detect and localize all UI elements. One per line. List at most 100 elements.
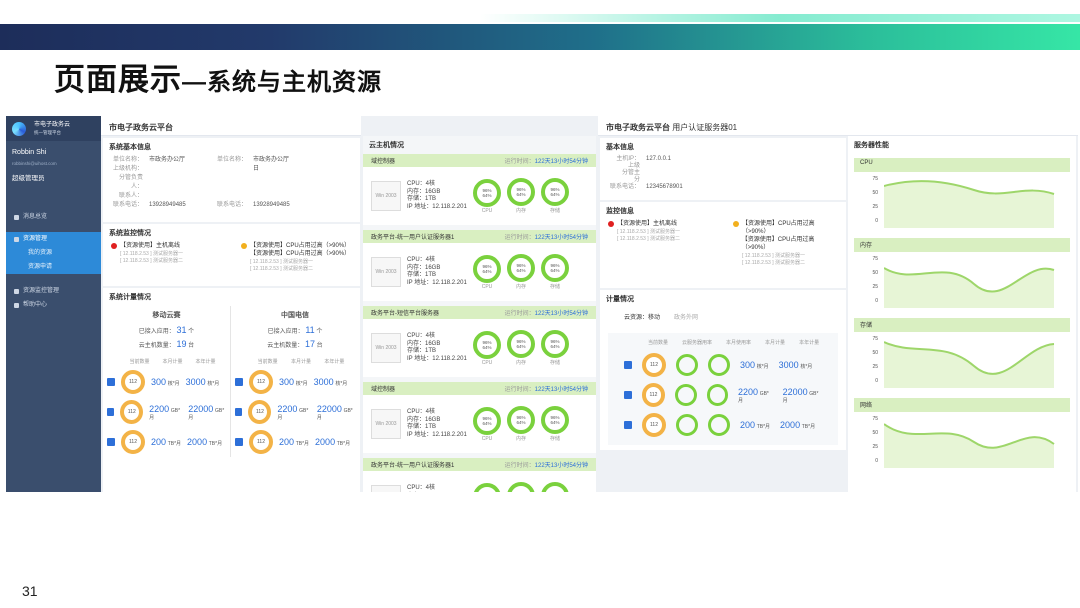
help-icon — [14, 302, 19, 308]
perf-chart: 内存 75 50 25 0 — [854, 238, 1070, 314]
usage-ring — [675, 384, 697, 406]
perf-chart: 网络 75 50 25 0 — [854, 398, 1070, 474]
usage-ring — [706, 384, 728, 406]
sidebar-item-my-resources[interactable]: 我的资源 — [6, 246, 101, 260]
sidebar-item-help[interactable]: 帮助中心 — [6, 298, 101, 312]
sidebar: 市电子政务云 统一管理平台 Robbin Shi robbinshi@uihost.… — [6, 116, 101, 492]
resource-type-icon — [624, 361, 632, 369]
count-ring: 112 — [641, 383, 666, 407]
perf-panel: 服务器性能 CPU 75 50 25 0 内存 75 50 25 0 存储 75 50 25 0 … — [848, 136, 1076, 492]
info-row: 分 — [633, 177, 640, 183]
alert-red-icon — [111, 243, 117, 249]
info-row: 主机IP： 127.0.0.1 — [616, 156, 672, 162]
sys-monitor-panel: 系统监控情况 【资源使用】主机离线 [ 12.118.2.53 ] 测试服务器一… — [103, 224, 360, 286]
info-row: 上级机构：日 — [112, 166, 260, 172]
tab-mobile[interactable]: 云资源：移动 — [624, 312, 660, 321]
windows-icon: Win 2003 — [371, 257, 401, 287]
windows-icon: Win 2003 — [371, 485, 401, 492]
sidebar-item-overview[interactable]: 消息总览 — [6, 210, 101, 224]
usage-ring: 96%64% — [507, 178, 535, 206]
vm-card[interactable]: 政务平台-短信平台服务器 运行时间：122天13小时54分钟 Win 2003 C… — [363, 306, 596, 377]
vm-card[interactable]: 域控制器 运行时间：122天13小时54分钟 Win 2003 CPU：4核 内存：… — [363, 154, 596, 225]
count-ring: 112 — [642, 413, 666, 437]
info-row: 分管负责人： — [118, 175, 143, 190]
meter-row: 112 300 核*月 3000 核*月 — [103, 367, 230, 397]
monitor-icon — [14, 288, 19, 294]
sys-meter-panel: 系统计量情况 移动云赛 已接入应用： 31 个云主机数量： 19 台 当前数量本… — [103, 288, 360, 492]
vm-card[interactable]: 域控制器 运行时间：122天13小时54分钟 Win 2003 CPU：4核 内存：… — [363, 382, 596, 453]
windows-icon: Win 2003 — [371, 333, 401, 363]
sidebar-item-resources[interactable]: 资源管理 — [6, 232, 101, 246]
info-row: 单位名称： 市政务办公厅 单位名称： 市政务办公厅 — [112, 157, 290, 163]
vm-card[interactable]: 政务平台-统一用户认证服务器1运行时间：122天13小时54分钟 Win 200… — [363, 230, 596, 301]
basic-info-panel: 基本信息 主机IP： 127.0.0.1 上级 分管主分联系电话： 12345678901 — [600, 138, 846, 200]
count-ring: 112 — [248, 400, 272, 424]
header-highlight — [480, 14, 1080, 22]
resource-type-icon — [624, 421, 632, 429]
usage-ring: 96%64% — [541, 178, 569, 206]
count-ring: 112 — [249, 430, 273, 454]
meter-row: 112 2200 GB*月 22000 GB*月 — [231, 397, 359, 427]
cloud-name: 移动云赛 — [152, 312, 181, 319]
cloud-name: 中国电信 — [281, 312, 309, 319]
resource-type-icon — [107, 408, 115, 416]
usage-ring — [708, 354, 730, 376]
usage-ring: 96%64% — [541, 406, 569, 434]
usage-ring — [676, 354, 698, 376]
alert-red-icon — [608, 221, 614, 227]
resource-type-icon — [235, 438, 243, 446]
left-header: 市电子政务云平台 — [101, 116, 361, 136]
resource-type-icon — [107, 438, 115, 446]
sparkline — [884, 341, 1055, 388]
windows-icon: Win 2003 — [371, 181, 401, 211]
count-ring: 112 — [120, 400, 144, 424]
count-ring: 112 — [121, 430, 145, 454]
meter-row: 112 200 TB*月 2000 TB*月 — [608, 410, 838, 440]
sidebar-item-apply[interactable]: 资源申请 — [6, 260, 101, 274]
right-header: 市电子政务云平台 用户认证服务器01 — [598, 116, 1078, 136]
resource-type-icon — [235, 408, 243, 416]
usage-ring: 96%64% — [473, 178, 501, 207]
meter-info-panel: 计量情况 云资源：移动 政务外网 当前数量 云服务器用率 本月使用率 本月计量 本年计量… — [600, 290, 846, 450]
sparkline — [884, 180, 1055, 228]
usage-ring: 96%64% — [541, 254, 569, 282]
alert-yellow-icon — [241, 243, 247, 249]
perf-chart: 存储 75 50 25 0 — [854, 318, 1070, 394]
user-profile: Robbin Shi robbinshi@uihost.com 超级管理员 — [12, 149, 57, 182]
usage-ring: 96%64% — [507, 254, 535, 282]
usage-ring: 96%64% — [541, 482, 569, 492]
usage-ring: 96%64% — [473, 482, 501, 492]
meter-row: 112 200 TB*月 2000 TB*月 — [231, 427, 359, 457]
usage-ring: 96%64% — [473, 254, 501, 283]
slide-title: 页面展示—系统与主机资源 — [54, 62, 382, 97]
sparkline — [884, 267, 1055, 308]
info-row: 联系电话： 12345678901 — [609, 184, 683, 190]
usage-ring: 96%64% — [541, 330, 569, 358]
overview-icon — [14, 214, 19, 220]
page-number: 31 — [22, 583, 38, 599]
windows-icon: Win 2003 — [371, 409, 401, 439]
resource-type-icon — [107, 378, 115, 386]
screenshot: 市电子政务云 统一管理平台 Robbin Shi robbinshi@uihost.… — [6, 116, 1078, 492]
sidebar-item-monitor[interactable]: 资源监控管理 — [6, 284, 101, 298]
resource-icon — [14, 236, 19, 242]
count-ring: 112 — [249, 370, 273, 394]
header-band — [0, 24, 1080, 50]
meter-row: 112 2200 GB*月 22000 GB*月 — [103, 397, 230, 427]
info-row: 联系人： — [118, 193, 143, 199]
info-row: 分管主 — [621, 170, 640, 176]
count-ring: 112 — [642, 353, 666, 377]
meter-row: 112 300 核*月 3000 核*月 — [231, 367, 359, 397]
vm-card[interactable]: 政务平台-统一用户认证服务器1运行时间：122天13小时54分钟 Win 200… — [363, 458, 596, 492]
meter-row: 112 2200 GB*月 22000 GB*月 — [608, 380, 838, 410]
sparkline — [884, 423, 1055, 468]
usage-ring: 96%64% — [473, 406, 501, 435]
usage-ring: 96%64% — [507, 406, 535, 434]
resource-type-icon — [624, 391, 632, 399]
info-row: 联系电话： 13928949485 联系电话： 13928949485 — [112, 202, 290, 208]
resource-type-icon — [235, 378, 243, 386]
usage-ring — [708, 414, 730, 436]
tab-extranet[interactable]: 政务外网 — [674, 312, 698, 321]
meter-row: 112 300 核*月 3000 核*月 — [608, 350, 838, 380]
count-ring: 112 — [121, 370, 145, 394]
